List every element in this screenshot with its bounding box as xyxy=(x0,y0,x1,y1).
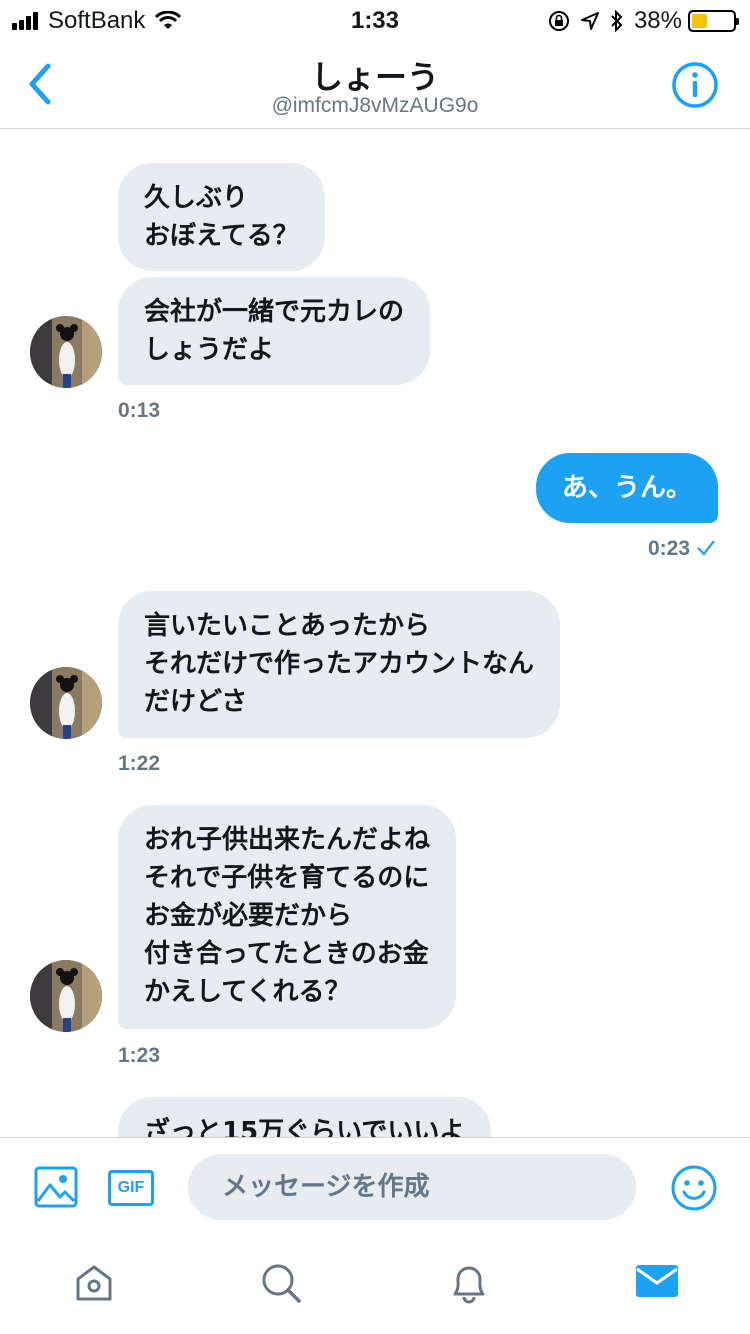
info-button[interactable] xyxy=(670,60,720,110)
sent-check-icon xyxy=(697,540,715,556)
message-bubble-received[interactable]: 久しぶり おぼえてる？ xyxy=(118,163,325,271)
status-bar: SoftBank 1:33 38% xyxy=(0,0,750,40)
battery-icon xyxy=(688,10,739,32)
message-timestamp: 1:22 xyxy=(118,752,161,775)
tab-notifications[interactable] xyxy=(447,1261,491,1309)
message-bubble-received[interactable]: 会社が一緒で元カレの しょうだよ xyxy=(118,277,431,385)
conversation-header: しょーう @imfcmJ8vMzAUG9o xyxy=(0,40,750,129)
home-icon xyxy=(76,1265,112,1301)
notifications-icon xyxy=(453,1266,485,1304)
emoji-icon xyxy=(671,1165,717,1211)
tab-home[interactable] xyxy=(72,1261,116,1309)
battery-percent: 38% xyxy=(633,7,682,34)
avatar[interactable] xyxy=(30,667,102,739)
message-timestamp: 0:23 xyxy=(647,537,690,560)
image-icon xyxy=(34,1166,78,1208)
avatar[interactable] xyxy=(30,960,102,1032)
messages-icon xyxy=(636,1265,678,1297)
image-button[interactable] xyxy=(34,1165,78,1213)
conversation-title: しょーう xyxy=(310,58,439,96)
message-bubble-received[interactable]: おれ子供出来たんだよね それで子供を育てるのに お金が必要だから 付き合ってたと… xyxy=(118,805,457,1029)
bluetooth-icon xyxy=(611,10,623,32)
message-timestamp: 1:23 xyxy=(118,1044,161,1067)
message-bubble-sent[interactable]: あ、うん。 xyxy=(535,453,718,523)
search-icon xyxy=(262,1264,301,1303)
message-timestamp: 0:13 xyxy=(118,399,161,422)
emoji-button[interactable] xyxy=(670,1164,718,1216)
conversation-handle: @imfcmJ8vMzAUG9o xyxy=(271,94,479,117)
tab-search[interactable] xyxy=(259,1261,303,1309)
avatar[interactable] xyxy=(30,316,102,388)
tab-messages[interactable] xyxy=(634,1261,680,1305)
tab-bar xyxy=(0,1237,750,1334)
info-icon xyxy=(672,62,718,108)
orientation-lock-icon xyxy=(548,11,569,31)
message-bubble-received[interactable]: 言いたいことあったから それだけで作ったアカウントなん だけどさ xyxy=(118,591,561,738)
gif-button[interactable]: GIF xyxy=(108,1170,154,1206)
message-composer: GIF メッセージを作成 xyxy=(0,1137,750,1237)
message-input[interactable]: メッセージを作成 xyxy=(188,1154,636,1220)
location-icon xyxy=(580,12,599,30)
